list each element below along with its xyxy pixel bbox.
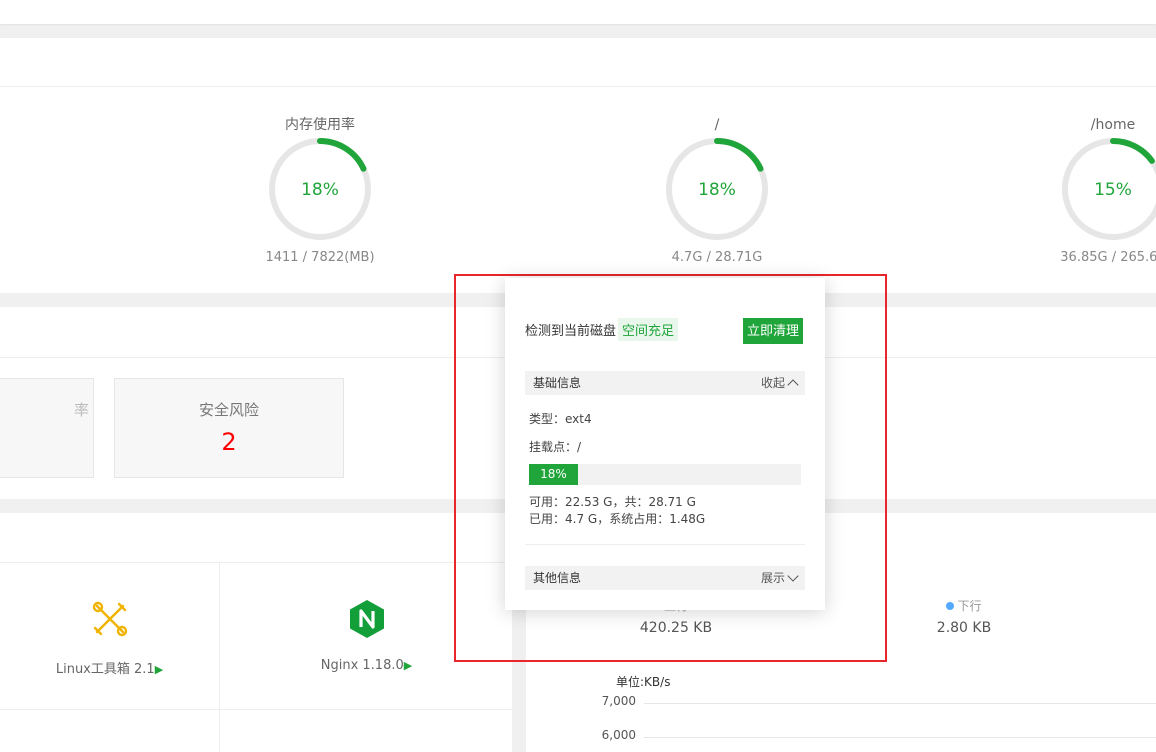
- section-title: 基础信息: [533, 376, 582, 390]
- top-header-bar: [0, 0, 1156, 24]
- nginx-icon: [349, 600, 384, 638]
- panel-divider: [0, 562, 512, 563]
- tools-icon: [92, 601, 127, 637]
- expand-toggle[interactable]: 展示: [760, 566, 799, 590]
- grid-line: [644, 737, 1156, 738]
- grid-divider: [219, 563, 220, 752]
- status-panel: 内存使用率 18% 1411 / 7822(MB) / 18% 4.7G / 2…: [0, 38, 1156, 293]
- usage-progress-fill: 18%: [529, 464, 578, 485]
- downstream-stat: 下行 2.80 KB: [914, 597, 1014, 636]
- disk-detail-popup: 检测到当前磁盘 空间充足 立即清理 基础信息 收起 类型：ext4 挂载点：/ 1…: [505, 278, 825, 610]
- downstream-label: 下行: [957, 599, 982, 613]
- disk-used: 已用：4.7 G，系统占用：1.48G: [529, 512, 706, 526]
- software-name: Linux工具箱 2.1: [55, 662, 155, 677]
- home-disk-gauge[interactable]: /home 15% 36.85G / 265.64: [1013, 116, 1156, 265]
- software-item-nginx[interactable]: Nginx 1.18.0▶: [257, 598, 476, 673]
- usage-progress-bar: 18%: [529, 464, 801, 485]
- gauge-percent: 18%: [698, 180, 736, 200]
- downstream-value: 2.80 KB: [936, 620, 992, 636]
- disk-status-text: 检测到当前磁盘: [525, 324, 617, 339]
- disk-status-line: 检测到当前磁盘 空间充足: [525, 318, 679, 341]
- gauge-ring: 18%: [269, 138, 371, 240]
- security-risk-title: 安全风险: [198, 401, 259, 419]
- gauge-footer: 36.85G / 265.64: [1060, 250, 1156, 265]
- y-tick-label: 7,000: [601, 694, 636, 708]
- security-risk-count: 2: [221, 428, 237, 456]
- gauge-label: /home: [1090, 117, 1136, 133]
- gauge-label: /: [714, 117, 720, 133]
- gauge-ring: 15%: [1062, 138, 1156, 240]
- downstream-dot-icon: [946, 602, 955, 610]
- software-panel: Linux工具箱 2.1▶ Nginx 1.18.0▶: [0, 513, 512, 752]
- grid-divider: [0, 709, 512, 710]
- gauge-ring: 18%: [666, 138, 768, 240]
- overview-box-title: 率: [73, 401, 89, 419]
- root-disk-gauge[interactable]: / 18% 4.7G / 28.71G: [617, 116, 817, 265]
- panel-divider: [0, 86, 1156, 87]
- gauge-percent: 18%: [301, 180, 339, 200]
- play-arrow-icon[interactable]: ▶: [155, 663, 163, 676]
- collapse-label: 收起: [760, 376, 785, 390]
- other-info-section-header[interactable]: 其他信息 展示: [525, 566, 805, 590]
- play-arrow-icon[interactable]: ▶: [404, 659, 412, 672]
- y-tick-label: 6,000: [601, 728, 636, 742]
- section-title: 其他信息: [533, 571, 582, 585]
- basic-info-section-header[interactable]: 基础信息 收起: [525, 371, 805, 395]
- chevron-up-icon: [787, 379, 799, 391]
- memory-gauge[interactable]: 内存使用率 18% 1411 / 7822(MB): [220, 116, 420, 265]
- gauge-label: 内存使用率: [285, 117, 355, 133]
- disk-available: 可用：22.53 G，共：28.71 G: [529, 495, 696, 509]
- mount-point: 挂载点：/: [529, 440, 582, 454]
- gauge-footer: 1411 / 7822(MB): [265, 250, 375, 265]
- gauge-percent: 15%: [1094, 180, 1132, 200]
- expand-label: 展示: [760, 571, 785, 585]
- disk-type: 类型：ext4: [529, 412, 592, 426]
- software-item-linux-toolbox[interactable]: Linux工具箱 2.1▶: [0, 598, 219, 677]
- security-risk-box[interactable]: 安全风险 2: [114, 378, 344, 478]
- chart-unit-label: 单位:KB/s: [616, 675, 671, 689]
- popup-divider: [525, 544, 805, 545]
- overview-box-partial[interactable]: 率: [0, 378, 94, 478]
- software-name: Nginx 1.18.0: [320, 658, 404, 673]
- clean-now-button[interactable]: 立即清理: [743, 318, 803, 344]
- status-badge: 空间充足: [618, 318, 679, 341]
- chevron-down-icon: [787, 570, 799, 582]
- collapse-toggle[interactable]: 收起: [760, 371, 799, 395]
- grid-line: [644, 703, 1156, 704]
- gauge-footer: 4.7G / 28.71G: [671, 250, 763, 265]
